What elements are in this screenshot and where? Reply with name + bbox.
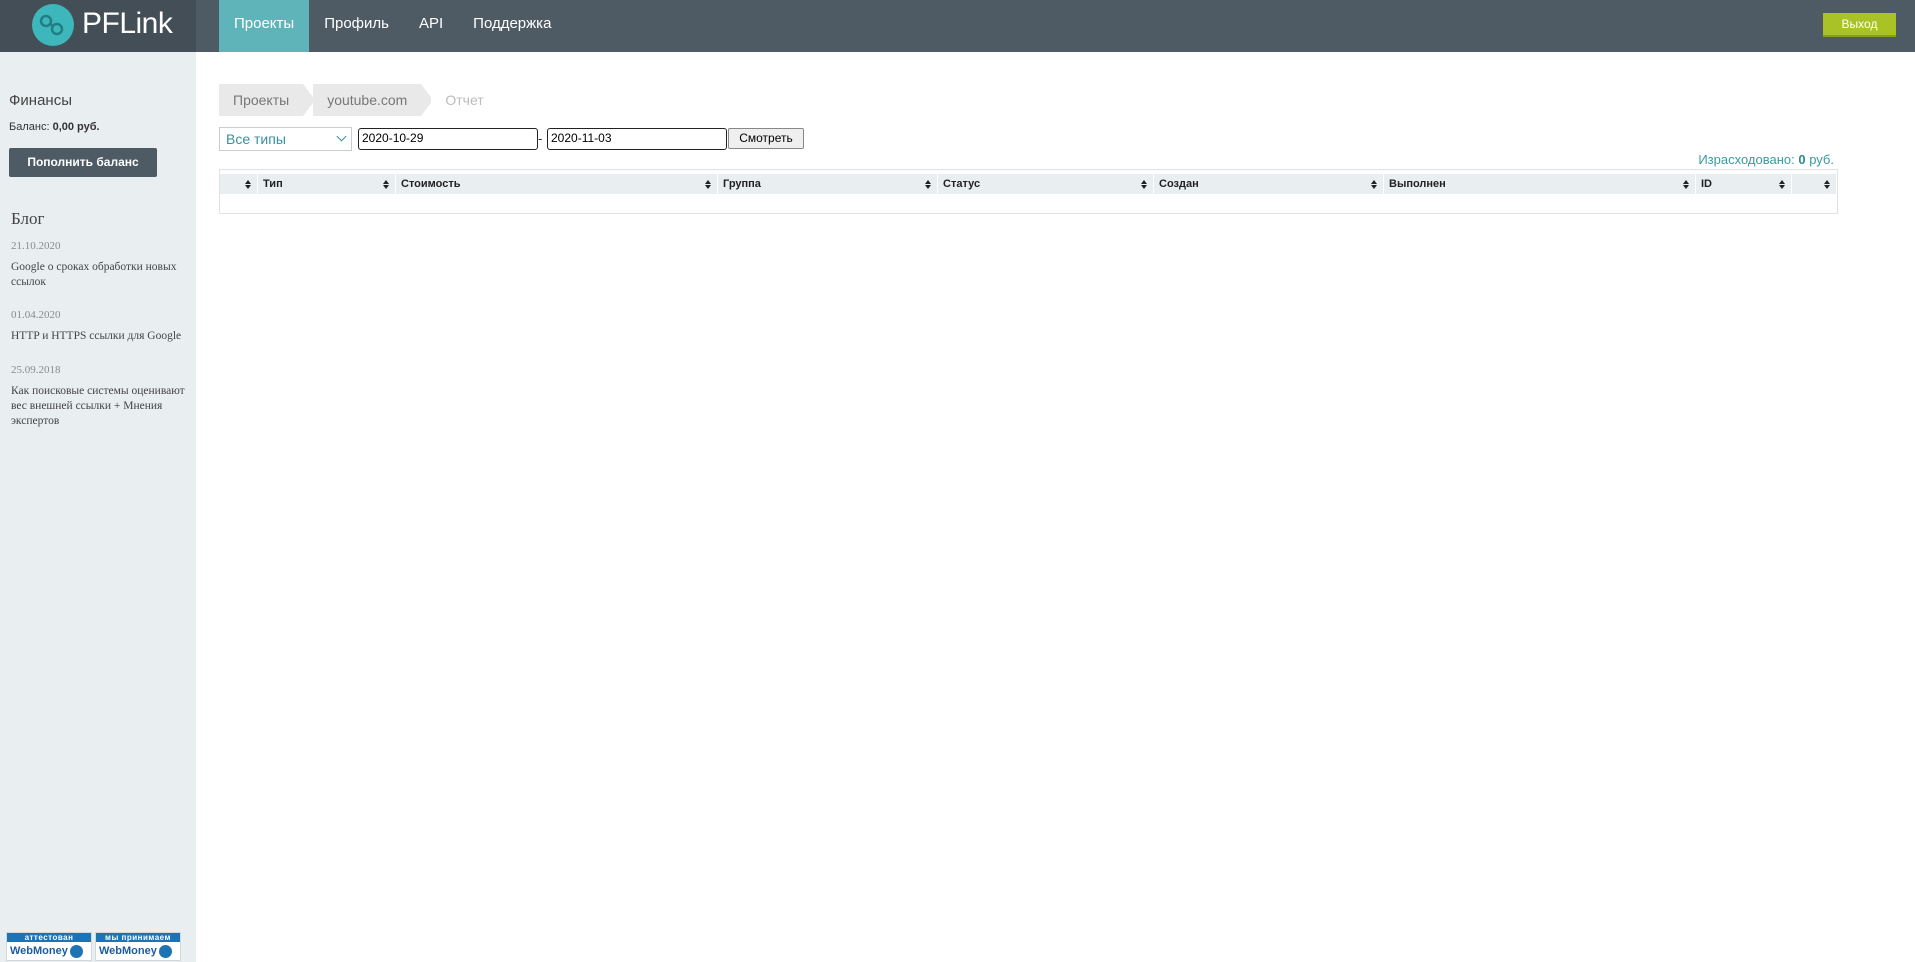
spent-label: Израсходовано: [1698, 152, 1795, 167]
spent-summary: Израсходовано: 0 руб. [1600, 152, 1834, 167]
type-select-value: Все типы [226, 131, 286, 147]
blog-date: 25.09.2018 [11, 364, 61, 376]
column-header-cost[interactable]: Стоимость [396, 174, 718, 194]
sort-icon [1141, 180, 1147, 189]
column-header-status[interactable]: Статус [938, 174, 1154, 194]
blog-title: Блог [11, 209, 45, 228]
badge-top-text: аттестован [7, 933, 91, 942]
breadcrumb-project[interactable]: youtube.com [313, 84, 434, 116]
date-from-input[interactable]: 2020-10-29 [358, 128, 538, 150]
column-header-created[interactable]: Создан [1154, 174, 1384, 194]
column-header-done[interactable]: Выполнен [1384, 174, 1696, 194]
topup-balance-button[interactable]: Пополнить баланс [9, 148, 157, 177]
sort-icon [1371, 180, 1377, 189]
breadcrumb-current: Отчет [431, 84, 511, 116]
nav-item-api[interactable]: API [404, 0, 458, 52]
balance-value: 0,00 руб. [52, 121, 100, 133]
chevron-down-icon [336, 131, 347, 142]
webmoney-accept-badge[interactable]: мы принимаем WebMoney [95, 932, 181, 961]
column-header-actions[interactable] [1792, 174, 1837, 194]
sort-icon [245, 180, 251, 189]
blog-item: 25.09.2018 Как поисковые системы оценива… [11, 364, 196, 429]
logo-text: PFLink [82, 7, 173, 40]
date-separator: - [538, 131, 543, 146]
balance: Баланс: 0,00 руб. [9, 121, 100, 133]
blog-date: 21.10.2020 [11, 240, 61, 252]
badge-top-text: мы принимаем [96, 933, 180, 942]
top-navbar: PFLink Проекты Профиль API Поддержка Вых… [0, 0, 1915, 52]
finance-title: Финансы [9, 92, 72, 109]
webmoney-attested-badge[interactable]: аттестован WebMoney [6, 932, 92, 961]
main-nav: Проекты Профиль API Поддержка [219, 0, 566, 52]
blog-link[interactable]: HTTP и HTTPS ссылки для Google [11, 329, 196, 344]
date-to-input[interactable]: 2020-11-03 [547, 128, 727, 150]
sort-icon [1824, 180, 1830, 189]
column-header-group[interactable]: Группа [718, 174, 938, 194]
column-header-type[interactable]: Тип [258, 174, 396, 194]
badge-bottom-text: WebMoney [10, 945, 68, 957]
webmoney-globe-icon [158, 944, 172, 958]
nav-item-projects[interactable]: Проекты [219, 0, 310, 52]
blog-item: 21.10.2020 Google о сроках обработки нов… [11, 240, 196, 290]
logo-icon [32, 4, 74, 46]
balance-label: Баланс: [9, 121, 50, 133]
blog-link[interactable]: Google о сроках обработки новых ссылок [11, 260, 196, 290]
blog-item: 01.04.2020 HTTP и HTTPS ссылки для Googl… [11, 309, 196, 344]
nav-item-support[interactable]: Поддержка [458, 0, 566, 52]
sort-icon [1779, 180, 1785, 189]
column-header-select[interactable] [220, 174, 258, 194]
sort-icon [383, 180, 389, 189]
breadcrumb-projects[interactable]: Проекты [219, 84, 316, 116]
spent-value: 0 [1798, 152, 1806, 167]
nav-item-profile[interactable]: Профиль [309, 0, 404, 52]
view-button[interactable]: Смотреть [728, 128, 804, 149]
spent-unit: руб. [1809, 152, 1834, 167]
type-select[interactable]: Все типы [219, 127, 352, 151]
column-header-id[interactable]: ID [1696, 174, 1792, 194]
blog-link[interactable]: Как поисковые системы оценивают вес внеш… [11, 384, 196, 429]
sort-icon [1683, 180, 1689, 189]
webmoney-globe-icon [69, 944, 83, 958]
sort-icon [705, 180, 711, 189]
sort-icon [925, 180, 931, 189]
logout-button[interactable]: Выход [1823, 13, 1896, 37]
sidebar: Финансы Баланс: 0,00 руб. Пополнить бала… [0, 52, 196, 962]
badge-bottom-text: WebMoney [99, 945, 157, 957]
blog-date: 01.04.2020 [11, 309, 61, 321]
logo[interactable]: PFLink [0, 0, 196, 52]
breadcrumb: Проекты youtube.com Отчет [219, 84, 511, 116]
report-table: Тип Стоимость Группа Статус Создан Выпол… [219, 169, 1838, 214]
table-header: Тип Стоимость Группа Статус Создан Выпол… [220, 174, 1837, 194]
